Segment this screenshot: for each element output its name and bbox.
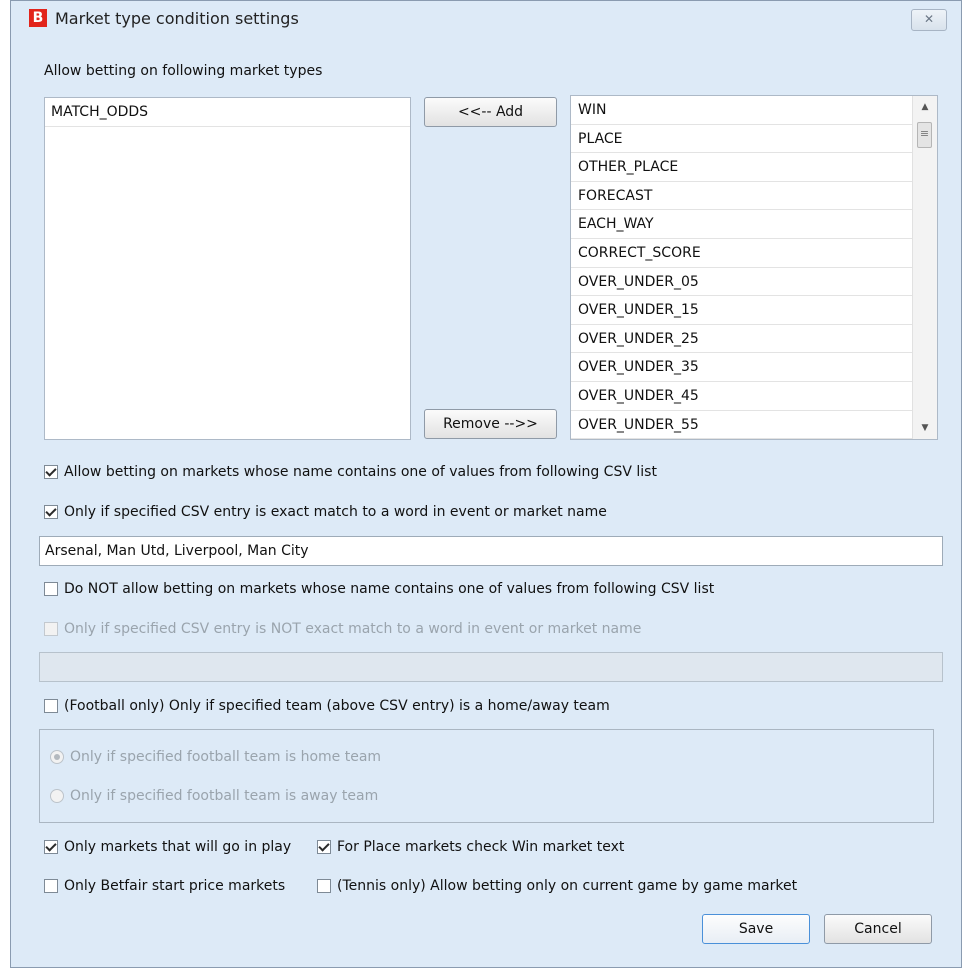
list-item[interactable]: PLACE	[571, 125, 912, 154]
place-win-row[interactable]: For Place markets check Win market text	[317, 839, 624, 855]
list-item[interactable]: MATCH_ODDS	[45, 98, 410, 127]
disallow-exact-row: Only if specified CSV entry is NOT exact…	[44, 621, 641, 637]
list-item[interactable]: FORECAST	[571, 182, 912, 211]
scroll-thumb[interactable]: ≡	[917, 122, 932, 148]
place-win-checkbox[interactable]	[317, 840, 331, 854]
available-items: WIN PLACE OTHER_PLACE FORECAST EACH_WAY …	[571, 96, 912, 439]
tennis-label: (Tennis only) Allow betting only on curr…	[337, 878, 798, 894]
add-button[interactable]: <<-- Add	[424, 97, 557, 127]
away-team-row: Only if specified football team is away …	[50, 788, 378, 804]
home-team-radio	[50, 750, 64, 764]
disallow-exact-label: Only if specified CSV entry is NOT exact…	[64, 621, 642, 637]
football-row[interactable]: (Football only) Only if specified team (…	[44, 698, 610, 714]
in-play-checkbox[interactable]	[44, 840, 58, 854]
football-team-group: Only if specified football team is home …	[39, 729, 934, 823]
remove-button[interactable]: Remove -->>	[424, 409, 557, 439]
vertical-scrollbar[interactable]: ▲ ≡ ▼	[912, 96, 937, 439]
tennis-checkbox[interactable]	[317, 879, 331, 893]
close-button[interactable]: ✕	[911, 9, 947, 31]
scroll-down-icon[interactable]: ▼	[913, 419, 937, 437]
dialog-window: B Market type condition settings ✕ Allow…	[10, 0, 962, 968]
cancel-button[interactable]: Cancel	[824, 914, 932, 944]
list-item[interactable]: WIN	[571, 96, 912, 125]
allow-csv-row[interactable]: Allow betting on markets whose name cont…	[44, 464, 657, 480]
list-item[interactable]: OVER_UNDER_55	[571, 411, 912, 439]
football-label: (Football only) Only if specified team (…	[64, 698, 610, 714]
allow-exact-label: Only if specified CSV entry is exact mat…	[64, 504, 607, 520]
list-item[interactable]: OVER_UNDER_15	[571, 296, 912, 325]
in-play-row[interactable]: Only markets that will go in play	[44, 839, 291, 855]
away-team-label: Only if specified football team is away …	[70, 788, 379, 804]
allow-csv-label: Allow betting on markets whose name cont…	[64, 464, 657, 480]
list-item[interactable]: OVER_UNDER_05	[571, 268, 912, 297]
scroll-up-icon[interactable]: ▲	[913, 98, 937, 116]
sp-row[interactable]: Only Betfair start price markets	[44, 878, 285, 894]
sp-label: Only Betfair start price markets	[64, 878, 286, 894]
window-title: Market type condition settings	[55, 9, 299, 28]
disallow-csv-checkbox[interactable]	[44, 582, 58, 596]
list-item[interactable]: CORRECT_SCORE	[571, 239, 912, 268]
market-types-label: Allow betting on following market types	[44, 63, 323, 79]
save-button[interactable]: Save	[702, 914, 810, 944]
allow-csv-checkbox[interactable]	[44, 465, 58, 479]
tennis-row[interactable]: (Tennis only) Allow betting only on curr…	[317, 878, 797, 894]
disallow-csv-row[interactable]: Do NOT allow betting on markets whose na…	[44, 581, 714, 597]
allow-csv-input[interactable]: Arsenal, Man Utd, Liverpool, Man City	[39, 536, 943, 566]
disallow-csv-input	[39, 652, 943, 682]
sp-checkbox[interactable]	[44, 879, 58, 893]
disallow-csv-label: Do NOT allow betting on markets whose na…	[64, 581, 715, 597]
selected-market-types-list[interactable]: MATCH_ODDS	[44, 97, 411, 440]
list-item[interactable]: OVER_UNDER_25	[571, 325, 912, 354]
place-win-label: For Place markets check Win market text	[337, 839, 625, 855]
away-team-radio	[50, 789, 64, 803]
home-team-label: Only if specified football team is home …	[70, 749, 382, 765]
list-item[interactable]: OVER_UNDER_45	[571, 382, 912, 411]
title-bar: B Market type condition settings ✕	[11, 1, 961, 37]
list-item[interactable]: OTHER_PLACE	[571, 153, 912, 182]
list-item[interactable]: EACH_WAY	[571, 210, 912, 239]
in-play-label: Only markets that will go in play	[64, 839, 292, 855]
available-market-types-list[interactable]: WIN PLACE OTHER_PLACE FORECAST EACH_WAY …	[570, 95, 938, 440]
football-checkbox[interactable]	[44, 699, 58, 713]
app-logo-icon: B	[29, 9, 47, 27]
list-item[interactable]: OVER_UNDER_35	[571, 353, 912, 382]
allow-exact-checkbox[interactable]	[44, 505, 58, 519]
disallow-exact-checkbox	[44, 622, 58, 636]
home-team-row: Only if specified football team is home …	[50, 749, 381, 765]
allow-exact-row[interactable]: Only if specified CSV entry is exact mat…	[44, 504, 607, 520]
